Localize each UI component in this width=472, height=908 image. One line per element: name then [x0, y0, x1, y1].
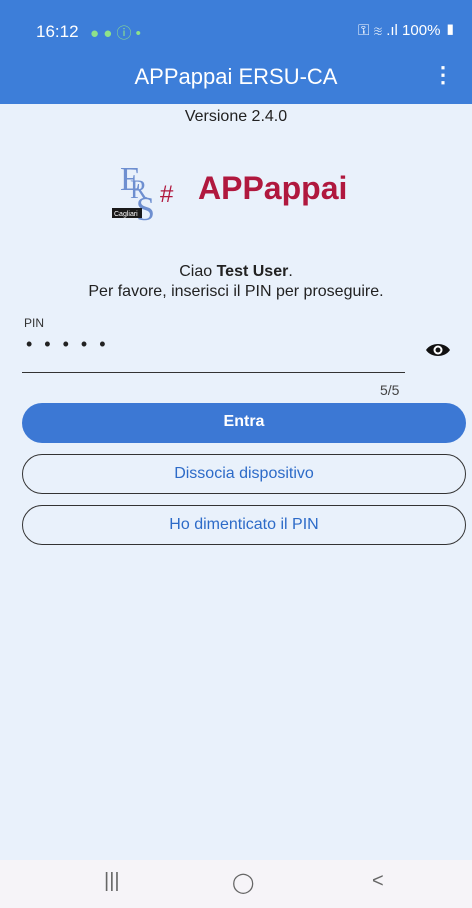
greeting-instruction: Per favore, inserisci il PIN per prosegu…: [88, 283, 384, 300]
enter-button[interactable]: Entra: [22, 403, 466, 443]
greeting-line: Ciao Test User.: [179, 263, 293, 280]
status-bar: 16:12 ● ● ⓘ • ⚿ ≋ .ıl 100% ▮: [0, 0, 472, 50]
status-time: 16:12: [36, 22, 79, 41]
svg-text:#: #: [160, 181, 174, 208]
dissocia-button[interactable]: Dissocia dispositivo: [22, 454, 466, 494]
notification-icons: ● ● ⓘ •: [90, 25, 141, 42]
app-logo: E S R # Cagliari APPappai: [110, 158, 370, 228]
app-bar: APPappai ERSU-CA ⋮: [0, 50, 472, 104]
eye-icon[interactable]: [424, 340, 452, 360]
pin-counter: 5/5: [380, 382, 400, 398]
greeting-block: Ciao Test User. Per favore, inserisci il…: [0, 262, 472, 302]
logo-sub-label: Cagliari: [114, 211, 138, 218]
greeting-user: Test User: [216, 263, 289, 280]
ersu-logo-icon: E S R # Cagliari: [112, 161, 174, 228]
home-icon[interactable]: ◯: [232, 870, 254, 895]
recents-icon[interactable]: |||: [104, 870, 120, 893]
nav-bar: ||| ◯ <: [0, 860, 472, 908]
greeting-hello: Ciao: [179, 263, 213, 280]
brand-name: APPappai: [198, 170, 348, 206]
app-title: APPappai ERSU-CA: [134, 64, 338, 89]
forgot-pin-button[interactable]: Ho dimenticato il PIN: [22, 505, 466, 545]
pin-label: PIN: [24, 316, 45, 330]
svg-text:R: R: [130, 175, 148, 204]
pin-underline: [22, 372, 405, 373]
pin-input[interactable]: •••••: [26, 334, 118, 355]
system-status-icons: ⚿ ≋ .ıl 100% ▮: [358, 22, 456, 39]
version-label: Versione 2.4.0: [184, 108, 288, 125]
overflow-menu-icon[interactable]: ⋮: [432, 62, 454, 88]
back-icon[interactable]: <: [372, 870, 384, 893]
